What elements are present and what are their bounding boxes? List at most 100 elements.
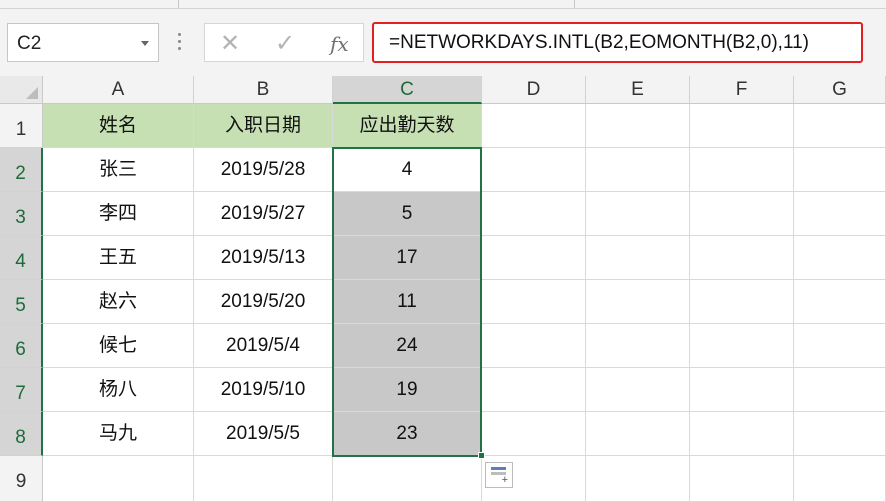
cell-e3[interactable] <box>586 192 690 236</box>
row-header-6[interactable]: 6 <box>0 324 43 368</box>
cell-e4[interactable] <box>586 236 690 280</box>
cell-a6[interactable]: 候七 <box>43 324 194 368</box>
cell-d1[interactable] <box>482 104 586 148</box>
cell-g1[interactable] <box>794 104 886 148</box>
cell-f5[interactable] <box>690 280 794 324</box>
cell-value: 王五 <box>98 247 137 268</box>
drag-handle-icon[interactable] <box>176 33 182 53</box>
cell-f6[interactable] <box>690 324 794 368</box>
cell-value: 17 <box>396 247 418 268</box>
cell-b9[interactable] <box>194 456 333 502</box>
header-label: 应出勤天数 <box>359 115 455 136</box>
cell-g2[interactable] <box>794 148 886 192</box>
cell-c9[interactable] <box>333 456 482 502</box>
column-header-g[interactable]: G <box>794 76 886 104</box>
formula-input[interactable]: =NETWORKDAYS.INTL(B2,EOMONTH(B2,0),11) <box>372 22 863 63</box>
cell-c6[interactable]: 24 <box>333 324 482 368</box>
cell-d4[interactable] <box>482 236 586 280</box>
cell-b1[interactable]: 入职日期 <box>194 104 333 148</box>
cell-a5[interactable]: 赵六 <box>43 280 194 324</box>
cell-b5[interactable]: 2019/5/20 <box>194 280 333 324</box>
cell-a8[interactable]: 马九 <box>43 412 194 456</box>
cell-f7[interactable] <box>690 368 794 412</box>
cell-e8[interactable] <box>586 412 690 456</box>
column-header-e[interactable]: E <box>586 76 690 104</box>
cell-c8[interactable]: 23 <box>333 412 482 456</box>
cell-e7[interactable] <box>586 368 690 412</box>
cell-d6[interactable] <box>482 324 586 368</box>
cell-b6[interactable]: 2019/5/4 <box>194 324 333 368</box>
quick-analysis-icon[interactable]: + <box>485 462 513 488</box>
dropdown-arrow-icon[interactable] <box>141 41 149 46</box>
cell-e2[interactable] <box>586 148 690 192</box>
cell-c4[interactable]: 17 <box>333 236 482 280</box>
cell-f4[interactable] <box>690 236 794 280</box>
cell-c5[interactable]: 11 <box>333 280 482 324</box>
cell-b3[interactable]: 2019/5/27 <box>194 192 333 236</box>
row-header-5[interactable]: 5 <box>0 280 43 324</box>
cell-value: 4 <box>401 159 413 180</box>
cell-a1[interactable]: 姓名 <box>43 104 194 148</box>
fill-handle[interactable] <box>478 452 485 459</box>
cell-e6[interactable] <box>586 324 690 368</box>
row-header-3[interactable]: 3 <box>0 192 43 236</box>
name-box[interactable]: C2 <box>7 23 159 62</box>
cell-g9[interactable] <box>794 456 886 502</box>
cell-b2[interactable]: 2019/5/28 <box>194 148 333 192</box>
row-header-8[interactable]: 8 <box>0 412 43 456</box>
cell-g6[interactable] <box>794 324 886 368</box>
row-header-4[interactable]: 4 <box>0 236 43 280</box>
cell-f2[interactable] <box>690 148 794 192</box>
header-label: 姓名 <box>98 115 137 136</box>
cell-c1[interactable]: 应出勤天数 <box>333 104 482 148</box>
cell-a4[interactable]: 王五 <box>43 236 194 280</box>
select-all-button[interactable] <box>0 76 43 104</box>
cell-e5[interactable] <box>586 280 690 324</box>
cell-value: 2019/5/10 <box>220 379 306 400</box>
enter-icon[interactable]: ✓ <box>275 29 295 58</box>
cell-c3[interactable]: 5 <box>333 192 482 236</box>
column-header-c[interactable]: C <box>333 76 482 104</box>
cell-b8[interactable]: 2019/5/5 <box>194 412 333 456</box>
column-header-d[interactable]: D <box>482 76 586 104</box>
cell-f1[interactable] <box>690 104 794 148</box>
cell-g3[interactable] <box>794 192 886 236</box>
cell-a2[interactable]: 张三 <box>43 148 194 192</box>
cell-d2[interactable] <box>482 148 586 192</box>
cell-g7[interactable] <box>794 368 886 412</box>
formula-bar-area: C2 ✕ ✓ fx =NETWORKDAYS.INTL(B2,EOMONTH(B… <box>0 9 886 85</box>
cell-d7[interactable] <box>482 368 586 412</box>
cancel-icon[interactable]: ✕ <box>220 29 240 58</box>
cell-value: 2019/5/20 <box>220 291 306 312</box>
cell-a3[interactable]: 李四 <box>43 192 194 236</box>
cell-d5[interactable] <box>482 280 586 324</box>
cell-value: 2019/5/27 <box>220 203 306 224</box>
cell-d3[interactable] <box>482 192 586 236</box>
cell-e1[interactable] <box>586 104 690 148</box>
cell-a9[interactable] <box>43 456 194 502</box>
cell-value: 2019/5/28 <box>220 159 306 180</box>
name-box-value: C2 <box>17 33 42 54</box>
row-header-7[interactable]: 7 <box>0 368 43 412</box>
cell-c2[interactable]: 4 <box>333 148 482 192</box>
row-header-2[interactable]: 2 <box>0 148 43 192</box>
cell-f8[interactable] <box>690 412 794 456</box>
cell-f3[interactable] <box>690 192 794 236</box>
cell-g5[interactable] <box>794 280 886 324</box>
column-header-b[interactable]: B <box>194 76 333 104</box>
column-header-a[interactable]: A <box>43 76 194 104</box>
column-header-f[interactable]: F <box>690 76 794 104</box>
fx-icon[interactable]: fx <box>330 32 349 56</box>
cell-b7[interactable]: 2019/5/10 <box>194 368 333 412</box>
cell-b4[interactable]: 2019/5/13 <box>194 236 333 280</box>
cell-g4[interactable] <box>794 236 886 280</box>
row-header-9[interactable]: 9 <box>0 456 43 502</box>
cell-d8[interactable] <box>482 412 586 456</box>
cell-a7[interactable]: 杨八 <box>43 368 194 412</box>
cell-value: 李四 <box>98 203 137 224</box>
cell-f9[interactable] <box>690 456 794 502</box>
cell-c7[interactable]: 19 <box>333 368 482 412</box>
cell-g8[interactable] <box>794 412 886 456</box>
row-header-1[interactable]: 1 <box>0 104 43 148</box>
cell-e9[interactable] <box>586 456 690 502</box>
